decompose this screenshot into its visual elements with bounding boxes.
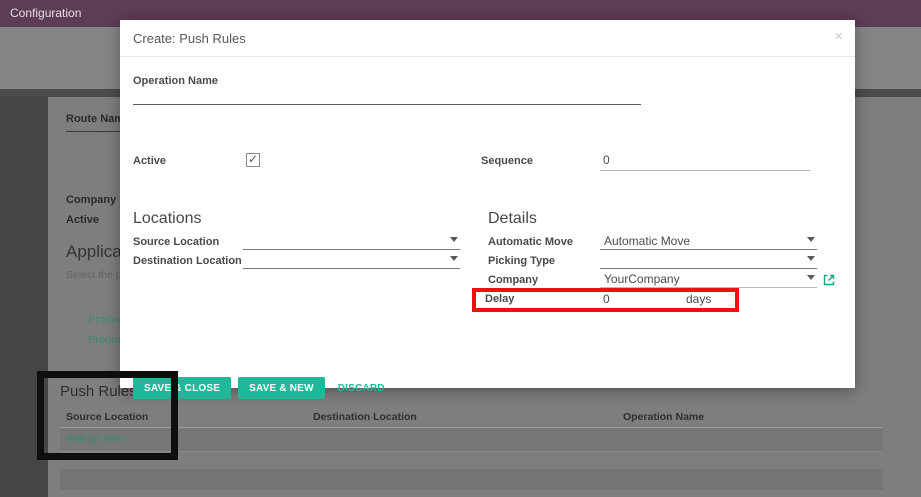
active-label: Active [133,155,166,167]
destination-location-label: Destination Location [133,255,242,267]
delay-value[interactable]: 0 [603,292,610,306]
checkmark-icon: ✓ [248,152,258,166]
automatic-move-select[interactable]: Automatic Move [600,233,817,250]
push-rules-add-row: Add an item [60,429,883,452]
source-location-select[interactable] [243,233,460,250]
delay-unit: days [686,292,711,306]
discard-button[interactable]: DISCARD [338,383,385,394]
create-push-rules-modal: Create: Push Rules × Operation Name Acti… [120,20,855,388]
source-location-label: Source Location [133,236,219,248]
operation-name-label: Operation Name [133,75,218,87]
modal-header: Create: Push Rules × [120,20,855,57]
operation-name-input[interactable] [133,104,641,105]
modal-title: Create: Push Rules [133,31,246,46]
chevron-down-icon [807,275,815,280]
screen: Configuration Route Name Company Active … [0,0,921,497]
chevron-down-icon [807,256,815,261]
save-and-close-button[interactable]: SAVE & CLOSE [133,377,231,399]
sequence-input[interactable] [600,170,810,171]
picking-type-select[interactable] [600,252,817,269]
delay-label: Delay [485,293,514,305]
chevron-down-icon [450,256,458,261]
sequence-value: 0 [603,153,610,167]
company-value: YourCompany [604,272,680,286]
company-label: Company [488,274,538,286]
add-an-item-link[interactable]: Add an item [66,433,125,445]
col-destination-location: Destination Location [313,411,417,423]
company-label-bg: Company [66,194,116,206]
close-icon[interactable]: × [834,29,843,44]
locations-heading: Locations [133,210,202,228]
active-label-bg: Active [66,214,99,226]
active-checkbox[interactable]: ✓ [246,153,260,167]
save-and-new-button[interactable]: SAVE & NEW [238,377,325,399]
automatic-move-value: Automatic Move [604,234,690,248]
chevron-down-icon [450,237,458,242]
sheet-bottom-band [60,469,883,490]
col-source-location: Source Location [66,411,148,423]
chevron-down-icon [807,237,815,242]
picking-type-label: Picking Type [488,255,555,267]
automatic-move-label: Automatic Move [488,236,573,248]
company-select[interactable]: YourCompany [600,271,817,288]
push-rules-table-header: Source Location Destination Location Ope… [60,406,883,428]
menu-configuration[interactable]: Configuration [10,0,81,27]
sequence-label: Sequence [481,155,533,167]
details-heading: Details [488,210,537,228]
modal-footer: SAVE & CLOSE SAVE & NEW DISCARD [133,376,385,400]
col-operation-name: Operation Name [623,411,704,423]
external-link-icon[interactable] [823,273,835,291]
destination-location-select[interactable] [243,252,460,269]
